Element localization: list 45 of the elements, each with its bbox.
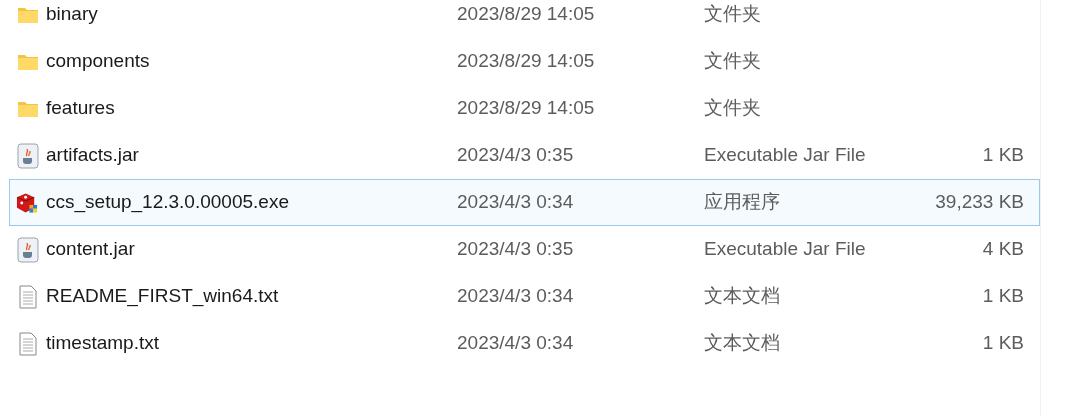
file-type: 文件夹 [704, 2, 762, 27]
file-name: features [45, 96, 116, 121]
file-size: 1 KB [981, 143, 1024, 168]
file-row[interactable]: artifacts.jar 2023/4/3 0:35 Executable Jar File 1 KB [9, 132, 1040, 179]
file-type: 文件夹 [704, 96, 762, 121]
file-row[interactable]: timestamp.txt 2023/4/3 0:34 文本文档 1 KB [9, 320, 1040, 367]
modified-date: 2023/8/29 14:05 [457, 49, 596, 74]
file-row[interactable]: content.jar 2023/4/3 0:35 Executable Jar File 4 KB [9, 226, 1040, 273]
document-icon [18, 284, 37, 309]
file-name: artifacts.jar [45, 143, 140, 168]
modified-date: 2023/4/3 0:34 [457, 331, 575, 356]
document-icon [18, 331, 37, 356]
java-cup-icon [16, 142, 39, 169]
file-type: Executable Jar File [704, 237, 867, 262]
folder-icon [16, 99, 39, 118]
file-type: 应用程序 [704, 190, 781, 215]
modified-date: 2023/4/3 0:34 [457, 284, 575, 309]
modified-date: 2023/8/29 14:05 [457, 2, 596, 27]
file-size: 4 KB [981, 237, 1024, 262]
file-row[interactable]: ccs_setup_12.3.0.00005.exe 2023/4/3 0:34 应用程序 39,233 KB [9, 179, 1040, 226]
modified-date: 2023/4/3 0:34 [457, 190, 575, 215]
file-row[interactable]: components 2023/8/29 14:05 文件夹 [9, 38, 1040, 85]
file-name: components [45, 49, 151, 74]
file-row[interactable]: features 2023/8/29 14:05 文件夹 [9, 85, 1040, 132]
file-name: README_FIRST_win64.txt [45, 284, 280, 309]
java-cup-icon [16, 236, 39, 263]
file-name: ccs_setup_12.3.0.00005.exe [45, 190, 290, 215]
file-type: 文件夹 [704, 49, 762, 74]
file-size: 39,233 KB [934, 190, 1024, 215]
file-row[interactable]: README_FIRST_win64.txt 2023/4/3 0:34 文本文档 1 KB [9, 273, 1040, 320]
file-size: 1 KB [981, 331, 1024, 356]
file-type: 文本文档 [704, 284, 781, 309]
folder-icon [16, 5, 39, 24]
file-size: 1 KB [981, 284, 1024, 309]
folder-icon [16, 52, 39, 71]
file-type: 文本文档 [704, 331, 781, 356]
cube-icon [16, 190, 39, 215]
file-type: Executable Jar File [704, 143, 867, 168]
file-name: content.jar [45, 237, 136, 262]
file-name: binary [45, 2, 99, 27]
modified-date: 2023/8/29 14:05 [457, 96, 596, 121]
file-name: timestamp.txt [45, 331, 160, 356]
file-row[interactable]: binary 2023/8/29 14:05 文件夹 [9, 0, 1040, 38]
modified-date: 2023/4/3 0:35 [457, 143, 575, 168]
modified-date: 2023/4/3 0:35 [457, 237, 575, 262]
